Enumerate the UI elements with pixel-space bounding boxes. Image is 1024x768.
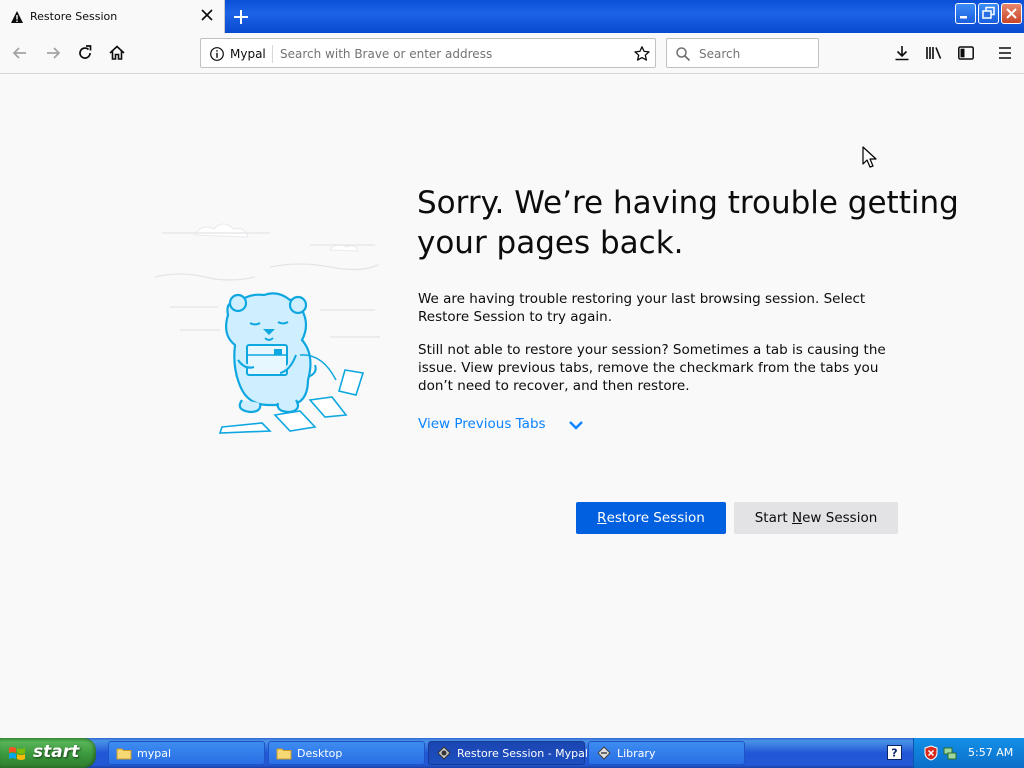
library-icon[interactable] [924,43,944,63]
warning-icon [11,11,23,23]
folder-icon [276,748,292,760]
folder-icon [116,748,132,760]
view-previous-tabs-link[interactable]: View Previous Tabs [418,416,546,432]
restore-window-button[interactable] [978,3,999,24]
tab-strip: Restore Session [0,0,1024,33]
tab-title: Restore Session [30,10,118,23]
mypal-icon [437,746,451,760]
search-input[interactable] [697,43,816,65]
info-icon[interactable] [209,46,225,62]
search-bar[interactable] [666,38,819,68]
taskbar: start mypal Desktop Restore Session - My… [0,738,1024,768]
new-session-label-start: Start [754,510,792,526]
start-button[interactable]: start [0,738,96,768]
taskbar-item-label: Restore Session - Mypal [457,747,588,760]
menu-icon[interactable] [995,43,1015,63]
new-tab-icon[interactable] [231,7,251,27]
taskbar-item-label: mypal [137,747,172,760]
taskbar-item-label: Library [617,747,656,760]
security-shield-icon[interactable] [924,745,938,761]
sidebar-icon[interactable] [956,43,976,63]
address-input[interactable] [278,43,622,65]
start-label: start [33,742,80,762]
svg-text:?: ? [891,747,897,760]
description-paragraph-2: Still not able to restore your session? … [418,342,886,394]
description-paragraph-1: We are having trouble restoring your las… [418,291,866,325]
new-session-accesskey: N [792,510,803,526]
navigation-toolbar: Mypal [0,33,1024,74]
restore-session-button[interactable]: Restore Session [576,502,726,534]
help-icon[interactable]: ? [887,745,902,760]
taskbar-item-mypal[interactable]: mypal [108,741,265,765]
page-title: Sorry. We’re having trouble getting your… [417,185,959,261]
minimize-button[interactable] [955,3,976,24]
bookmark-star-icon[interactable] [633,45,651,63]
new-session-label-end: ew Session [802,510,878,526]
address-separator [272,45,273,63]
restore-label: estore Session [606,510,705,526]
library-icon [597,746,611,760]
bear-illustration [154,223,380,434]
reload-icon[interactable] [75,43,95,63]
start-new-session-button[interactable]: Start New Session [734,502,898,534]
downloads-icon[interactable] [892,43,912,63]
tab-restore-session[interactable]: Restore Session [0,0,225,33]
clock: 5:57 AM [968,746,1014,759]
network-icon[interactable] [942,745,958,761]
taskbar-item-label: Desktop [297,747,343,760]
forward-icon[interactable] [43,43,63,63]
search-icon [676,47,691,62]
site-identity-label: Mypal [230,47,266,61]
restore-accesskey: R [597,510,607,526]
close-window-button[interactable] [1001,3,1022,24]
address-bar[interactable]: Mypal [200,38,656,68]
taskbar-item-restore-session[interactable]: Restore Session - Mypal [428,741,588,765]
taskbar-item-desktop[interactable]: Desktop [268,741,425,765]
close-tab-icon[interactable] [200,8,214,22]
home-icon[interactable] [107,43,127,63]
chevron-down-icon[interactable] [567,418,585,432]
system-tray: 5:57 AM [913,738,1024,768]
back-icon[interactable] [10,43,30,63]
mouse-cursor-icon [862,146,877,168]
windows-logo-icon [9,747,25,760]
taskbar-item-library[interactable]: Library [588,741,745,765]
